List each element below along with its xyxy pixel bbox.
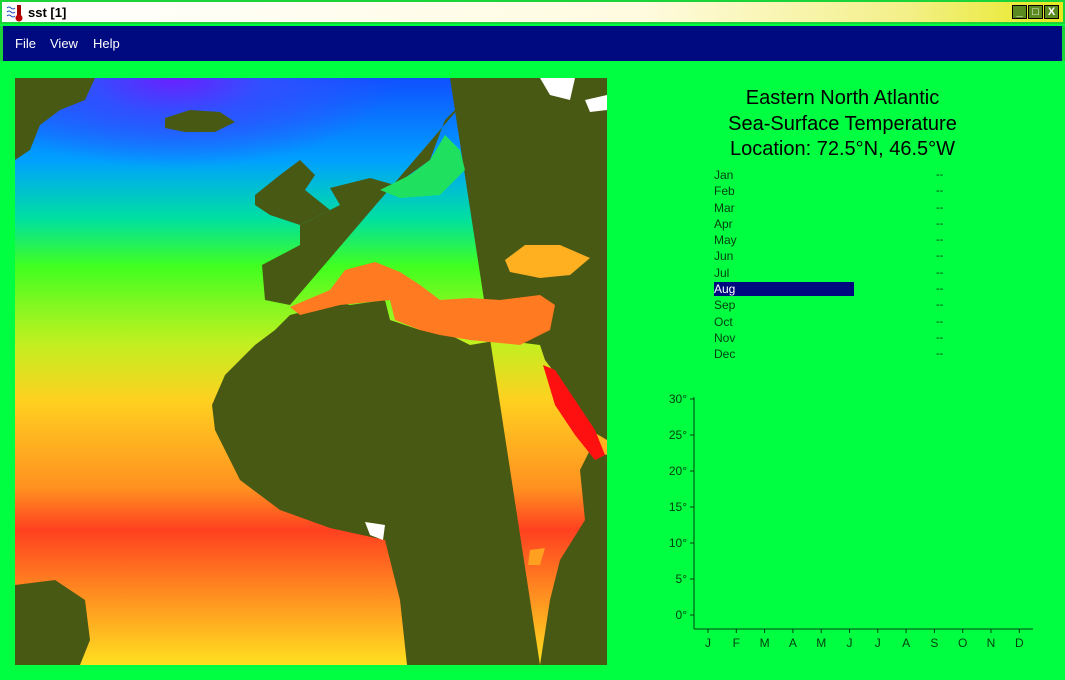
maximize-button[interactable]: □ (1028, 5, 1043, 19)
month-value: -- (936, 315, 944, 328)
month-name: Apr (714, 216, 733, 231)
month-value: -- (936, 299, 944, 312)
y-tick-label: 30° (669, 392, 687, 406)
location-header: Eastern North Atlantic Sea-Surface Tempe… (680, 86, 1005, 163)
region-title: Eastern North Atlantic (745, 87, 940, 109)
y-tick-label: 5° (676, 572, 688, 586)
month-name: Jul (714, 265, 730, 280)
menu-view[interactable]: View (50, 36, 78, 51)
sst-chart: 30° 25° 20° 15° 10° 5° 0° J F M A M J J A S O N D (669, 392, 1033, 650)
month-value: -- (936, 283, 944, 296)
month-row[interactable]: Jun -- (714, 249, 954, 265)
month-value: -- (936, 201, 944, 214)
location-readout: Location: 72.5°N, 46.5°W (729, 138, 955, 160)
menu-bar: File View Help (0, 26, 1065, 61)
month-name: Sep (714, 298, 736, 313)
x-tick-label: M (760, 636, 770, 650)
y-tick-label: 20° (669, 464, 687, 478)
month-row[interactable]: Jul -- (714, 266, 954, 282)
month-row[interactable]: Feb -- (714, 184, 954, 200)
month-name: Nov (714, 330, 736, 345)
month-name: Jun (714, 249, 734, 264)
thermometer-app-icon (6, 5, 23, 22)
x-tick-label: N (987, 636, 996, 650)
month-value: -- (936, 266, 944, 279)
x-tick-label: D (1015, 636, 1024, 650)
month-value: -- (936, 169, 944, 181)
x-tick-label: S (930, 636, 938, 650)
month-row[interactable]: Jan -- (714, 168, 954, 184)
month-value: -- (936, 185, 944, 198)
window-title: sst [1] (28, 5, 67, 20)
month-value: -- (936, 250, 944, 263)
x-tick-label: M (816, 636, 826, 650)
y-tick-label: 25° (669, 428, 687, 442)
month-name: Jan (714, 168, 734, 182)
dataset-title: Sea-Surface Temperature (728, 112, 957, 135)
month-row[interactable]: Aug -- (714, 282, 954, 298)
menu-help[interactable]: Help (93, 36, 120, 51)
month-name: Aug (714, 282, 854, 297)
month-name: May (714, 233, 737, 248)
month-row[interactable]: Oct -- (714, 315, 954, 331)
y-tick-label: 0° (676, 608, 688, 622)
menu-file[interactable]: File (15, 36, 36, 51)
month-row[interactable]: Mar -- (714, 201, 954, 217)
month-value: -- (936, 331, 944, 344)
month-row[interactable]: Sep -- (714, 298, 954, 314)
month-row[interactable]: Dec -- (714, 347, 954, 363)
month-row[interactable]: Apr -- (714, 217, 954, 233)
x-tick-label: J (705, 636, 711, 650)
minimize-button[interactable]: _ (1012, 5, 1027, 19)
month-name: Feb (714, 184, 735, 199)
month-list[interactable]: Jan -- Feb -- Mar -- Apr -- May -- Jun -- Jul -- Aug --… (714, 168, 954, 364)
y-tick-label: 10° (669, 536, 687, 550)
month-name: Oct (714, 314, 733, 329)
land-mask (15, 78, 607, 665)
title-bar: sst [1] _ □ X (0, 0, 1065, 24)
close-button[interactable]: X (1044, 5, 1059, 19)
x-tick-label: O (958, 636, 967, 650)
x-tick-label: A (789, 636, 797, 650)
month-row[interactable]: Nov -- (714, 331, 954, 347)
month-value: -- (936, 234, 944, 247)
y-tick-label: 15° (669, 500, 687, 514)
month-name: Mar (714, 200, 735, 215)
month-value: -- (936, 217, 944, 230)
month-value: -- (936, 348, 944, 361)
x-tick-label: J (875, 636, 881, 650)
x-tick-label: J (847, 636, 853, 650)
x-tick-label: A (902, 636, 910, 650)
x-tick-label: F (733, 636, 740, 650)
month-name: Dec (714, 347, 736, 362)
sst-map[interactable] (15, 78, 607, 665)
month-row[interactable]: May -- (714, 233, 954, 249)
